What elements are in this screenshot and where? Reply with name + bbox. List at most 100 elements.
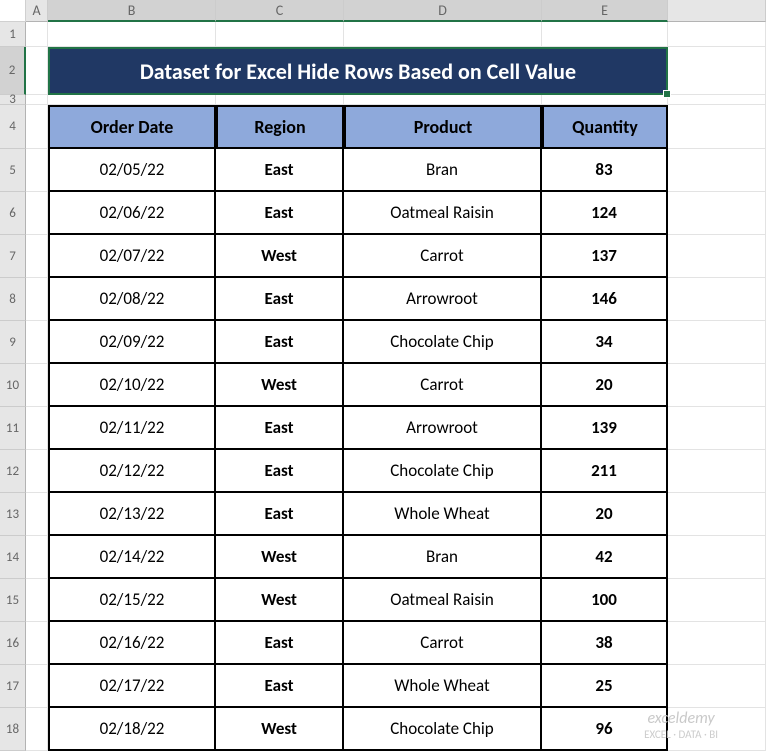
cell-b3[interactable] [48, 95, 216, 105]
col-header-a[interactable]: A [26, 0, 48, 22]
cell-quantity[interactable]: 124 [542, 192, 668, 235]
cell-quantity[interactable]: 20 [542, 364, 668, 407]
cell-a2[interactable] [26, 47, 48, 95]
cell-a15[interactable] [26, 579, 48, 622]
cell-a4[interactable] [26, 105, 48, 149]
cell-product[interactable]: Carrot [344, 364, 542, 407]
cell-a14[interactable] [26, 536, 48, 579]
cell-a5[interactable] [26, 149, 48, 192]
cell-order-date[interactable]: 02/05/22 [48, 149, 216, 192]
row-header-2[interactable]: 2 [0, 47, 26, 95]
cell-f10[interactable] [668, 364, 766, 407]
row-header-13[interactable]: 13 [0, 493, 26, 536]
cell-product[interactable]: Bran [344, 149, 542, 192]
row-header-8[interactable]: 8 [0, 278, 26, 321]
cell-f5[interactable] [668, 149, 766, 192]
cell-product[interactable]: Carrot [344, 235, 542, 278]
cell-product[interactable]: Whole Wheat [344, 493, 542, 536]
cell-a16[interactable] [26, 622, 48, 665]
cell-f2[interactable] [668, 47, 766, 95]
cell-product[interactable]: Chocolate Chip [344, 450, 542, 493]
cell-quantity[interactable]: 139 [542, 407, 668, 450]
cell-e3[interactable] [542, 95, 668, 105]
cell-f14[interactable] [668, 536, 766, 579]
header-quantity[interactable]: Quantity [542, 105, 668, 149]
cell-region[interactable]: East [216, 407, 344, 450]
cell-order-date[interactable]: 02/09/22 [48, 321, 216, 364]
cell-order-date[interactable]: 02/12/22 [48, 450, 216, 493]
cell-d3[interactable] [344, 95, 542, 105]
row-header-16[interactable]: 16 [0, 622, 26, 665]
cell-product[interactable]: Carrot [344, 622, 542, 665]
cell-region[interactable]: East [216, 622, 344, 665]
cell-a12[interactable] [26, 450, 48, 493]
cell-order-date[interactable]: 02/16/22 [48, 622, 216, 665]
col-header-c[interactable]: C [216, 0, 344, 22]
cell-f4[interactable] [668, 105, 766, 149]
header-order-date[interactable]: Order Date [48, 105, 216, 149]
cell-f11[interactable] [668, 407, 766, 450]
cell-region[interactable]: West [216, 364, 344, 407]
col-header-f[interactable] [668, 0, 766, 22]
cell-region[interactable]: West [216, 708, 344, 751]
cell-order-date[interactable]: 02/13/22 [48, 493, 216, 536]
cell-quantity[interactable]: 96 [542, 708, 668, 751]
cell-region[interactable]: East [216, 149, 344, 192]
cell-f13[interactable] [668, 493, 766, 536]
cell-a17[interactable] [26, 665, 48, 708]
cell-c3[interactable] [216, 95, 344, 105]
cell-quantity[interactable]: 38 [542, 622, 668, 665]
col-header-e[interactable]: E [542, 0, 668, 22]
cell-f12[interactable] [668, 450, 766, 493]
cell-order-date[interactable]: 02/11/22 [48, 407, 216, 450]
cell-b1[interactable] [48, 22, 216, 47]
cell-f17[interactable] [668, 665, 766, 708]
row-header-6[interactable]: 6 [0, 192, 26, 235]
cell-order-date[interactable]: 02/07/22 [48, 235, 216, 278]
cell-f9[interactable] [668, 321, 766, 364]
cell-product[interactable]: Chocolate Chip [344, 321, 542, 364]
cell-quantity[interactable]: 83 [542, 149, 668, 192]
cell-order-date[interactable]: 02/14/22 [48, 536, 216, 579]
cell-a7[interactable] [26, 235, 48, 278]
cell-region[interactable]: East [216, 321, 344, 364]
cell-f3[interactable] [668, 95, 766, 105]
cell-quantity[interactable]: 42 [542, 536, 668, 579]
col-header-d[interactable]: D [344, 0, 542, 22]
row-header-17[interactable]: 17 [0, 665, 26, 708]
cell-a13[interactable] [26, 493, 48, 536]
cell-region[interactable]: East [216, 450, 344, 493]
cell-quantity[interactable]: 25 [542, 665, 668, 708]
cell-product[interactable]: Oatmeal Raisin [344, 192, 542, 235]
cell-product[interactable]: Oatmeal Raisin [344, 579, 542, 622]
cell-f16[interactable] [668, 622, 766, 665]
cell-f8[interactable] [668, 278, 766, 321]
cell-region[interactable]: East [216, 493, 344, 536]
row-header-5[interactable]: 5 [0, 149, 26, 192]
cell-order-date[interactable]: 02/06/22 [48, 192, 216, 235]
row-header-14[interactable]: 14 [0, 536, 26, 579]
cell-product[interactable]: Bran [344, 536, 542, 579]
cell-f7[interactable] [668, 235, 766, 278]
cell-region[interactable]: East [216, 665, 344, 708]
select-all-corner[interactable] [0, 0, 26, 22]
cell-quantity[interactable]: 20 [542, 493, 668, 536]
cell-product[interactable]: Chocolate Chip [344, 708, 542, 751]
row-header-15[interactable]: 15 [0, 579, 26, 622]
cell-f1[interactable] [668, 22, 766, 47]
row-header-11[interactable]: 11 [0, 407, 26, 450]
header-product[interactable]: Product [344, 105, 542, 149]
cell-product[interactable]: Arrowroot [344, 407, 542, 450]
row-header-12[interactable]: 12 [0, 450, 26, 493]
cell-region[interactable]: West [216, 579, 344, 622]
row-header-9[interactable]: 9 [0, 321, 26, 364]
row-header-3[interactable]: 3 [0, 95, 26, 105]
cell-f6[interactable] [668, 192, 766, 235]
cell-quantity[interactable]: 100 [542, 579, 668, 622]
cell-a3[interactable] [26, 95, 48, 105]
cell-a11[interactable] [26, 407, 48, 450]
title-cell[interactable]: Dataset for Excel Hide Rows Based on Cel… [48, 47, 668, 95]
cell-order-date[interactable]: 02/18/22 [48, 708, 216, 751]
row-header-10[interactable]: 10 [0, 364, 26, 407]
cell-order-date[interactable]: 02/17/22 [48, 665, 216, 708]
